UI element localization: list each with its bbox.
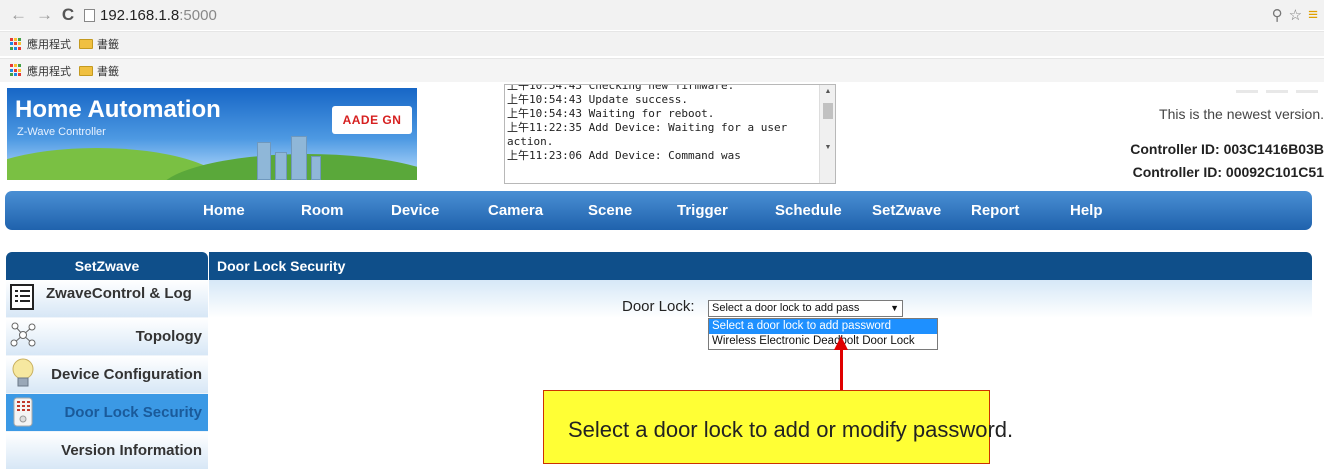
log-line: 上午10:54:43 Waiting for reboot. [507,107,715,120]
building-graphic [275,152,287,180]
reload-icon[interactable]: C [60,5,76,25]
sidebar-item-label: ZwaveControl & Log [46,285,192,302]
scroll-thumb[interactable] [823,103,833,119]
star-icon[interactable]: ☆ [1289,6,1302,24]
sidebar-item-device-configuration[interactable]: Device Configuration [6,356,208,394]
folder-icon [79,39,93,49]
browser-address-bar: ← → C 192.168.1.8 :5000 ⚲ ☆ ≡ [0,0,1324,30]
nav-report[interactable]: Report [971,202,1019,219]
nav-schedule[interactable]: Schedule [775,202,842,219]
sidebar-item-label: Device Configuration [51,366,202,383]
building-graphic [311,156,321,180]
key-icon[interactable]: ⚲ [1272,6,1283,24]
sidebar-item-topology[interactable]: Topology [6,318,208,356]
keypad-icon [13,397,33,427]
door-lock-option[interactable]: Select a door lock to add password [709,319,937,334]
door-lock-label: Door Lock: [622,298,695,315]
decorative-lines [1236,90,1318,93]
list-icon [10,284,34,310]
app-subtitle: Z-Wave Controller [17,126,106,138]
log-lines: 上午10:54:43 Checking new firmware. 上午10:5… [507,84,817,163]
controller-id-primary: Controller ID: 003C1416B03B [1130,141,1324,157]
folder-icon [79,65,93,76]
nav-trigger[interactable]: Trigger [677,202,728,219]
company-logo: AADE GN [332,106,412,134]
log-scrollbar[interactable]: ▲ ▼ [819,85,835,183]
door-lock-selected-value: Select a door lock to add pass [712,302,860,314]
apps-icon[interactable] [10,37,23,51]
sidebar-item-label: Topology [135,328,202,345]
log-line: 上午10:54:43 Checking new firmware. [507,84,735,92]
version-status: This is the newest version. [1159,106,1324,122]
door-lock-options-list: Select a door lock to add password Wirel… [708,318,938,350]
apps-bookmark[interactable]: 應用程式 [27,36,71,52]
setzwave-sidebar: SetZwave ZwaveControl & Log Topology Dev… [6,252,208,469]
controller-id-secondary: Controller ID: 00092C101C51 [1132,164,1324,180]
bookmarks-bar: 應用程式 書籤 [0,31,1324,56]
sidebar-item-zwavecontrol[interactable]: ZwaveControl & Log [6,280,208,318]
log-line: 上午10:54:43 Update success. [507,93,688,106]
door-lock-option[interactable]: Wireless Electronic Deadbolt Door Lock [709,334,937,349]
apps-bookmark[interactable]: 應用程式 [27,63,71,79]
sidebar-item-label: Version Information [61,442,202,459]
network-icon [10,322,36,347]
panel-title: Door Lock Security [209,252,1312,280]
app-title: Home Automation [15,96,221,123]
sidebar-item-door-lock-security[interactable]: Door Lock Security [6,394,208,432]
sidebar-item-version-information[interactable]: Version Information [6,432,208,469]
building-graphic [257,142,271,180]
url-host: 192.168.1.8 [100,6,180,24]
nav-room[interactable]: Room [301,202,344,219]
apps-icon[interactable] [10,64,23,77]
log-line: 上午11:23:06 Add Device: Command was [507,149,741,162]
bulb-icon [12,358,34,387]
nav-scene[interactable]: Scene [588,202,632,219]
forward-icon[interactable]: → [36,5,53,25]
chevron-down-icon: ▼ [890,303,899,313]
nav-home[interactable]: Home [203,202,245,219]
url-port: :5000 [179,6,217,24]
home-automation-banner: Home Automation Z-Wave Controller AADE G… [7,88,417,180]
bookmarks-folder[interactable]: 書籤 [97,36,119,52]
sidebar-title: SetZwave [6,252,208,280]
page-icon [84,8,95,22]
sidebar-item-label: Door Lock Security [64,404,202,421]
nav-help[interactable]: Help [1070,202,1103,219]
building-graphic [291,136,307,180]
annotation-callout: Select a door lock to add or modify pass… [543,390,1013,464]
annotation-arrow-line [840,346,843,390]
nav-device[interactable]: Device [391,202,439,219]
nav-camera[interactable]: Camera [488,202,543,219]
bookmarks-folder[interactable]: 書籤 [97,63,119,79]
log-textarea[interactable]: 上午10:54:43 Checking new firmware. 上午10:5… [504,84,836,184]
url-field[interactable]: 192.168.1.8 :5000 [84,4,1284,26]
nav-setzwave[interactable]: SetZwave [872,202,941,219]
main-nav-bar: Home Room Device Camera Scene Trigger Sc… [5,191,1312,230]
menu-icon[interactable]: ≡ [1308,5,1318,25]
logo-text: AADE GN [342,113,402,127]
callout-text: Select a door lock to add or modify pass… [568,417,1014,442]
scroll-down-icon[interactable]: ▼ [820,141,835,155]
scroll-up-icon[interactable]: ▲ [820,85,835,99]
back-icon[interactable]: ← [10,5,27,25]
hill-graphic [157,154,417,180]
log-line: 上午11:22:35 Add Device: Waiting for a use… [507,121,794,148]
door-lock-select[interactable]: Select a door lock to add pass ▼ [708,300,903,317]
bookmarks-bar-duplicate: 應用程式 書籤 [0,58,1324,82]
